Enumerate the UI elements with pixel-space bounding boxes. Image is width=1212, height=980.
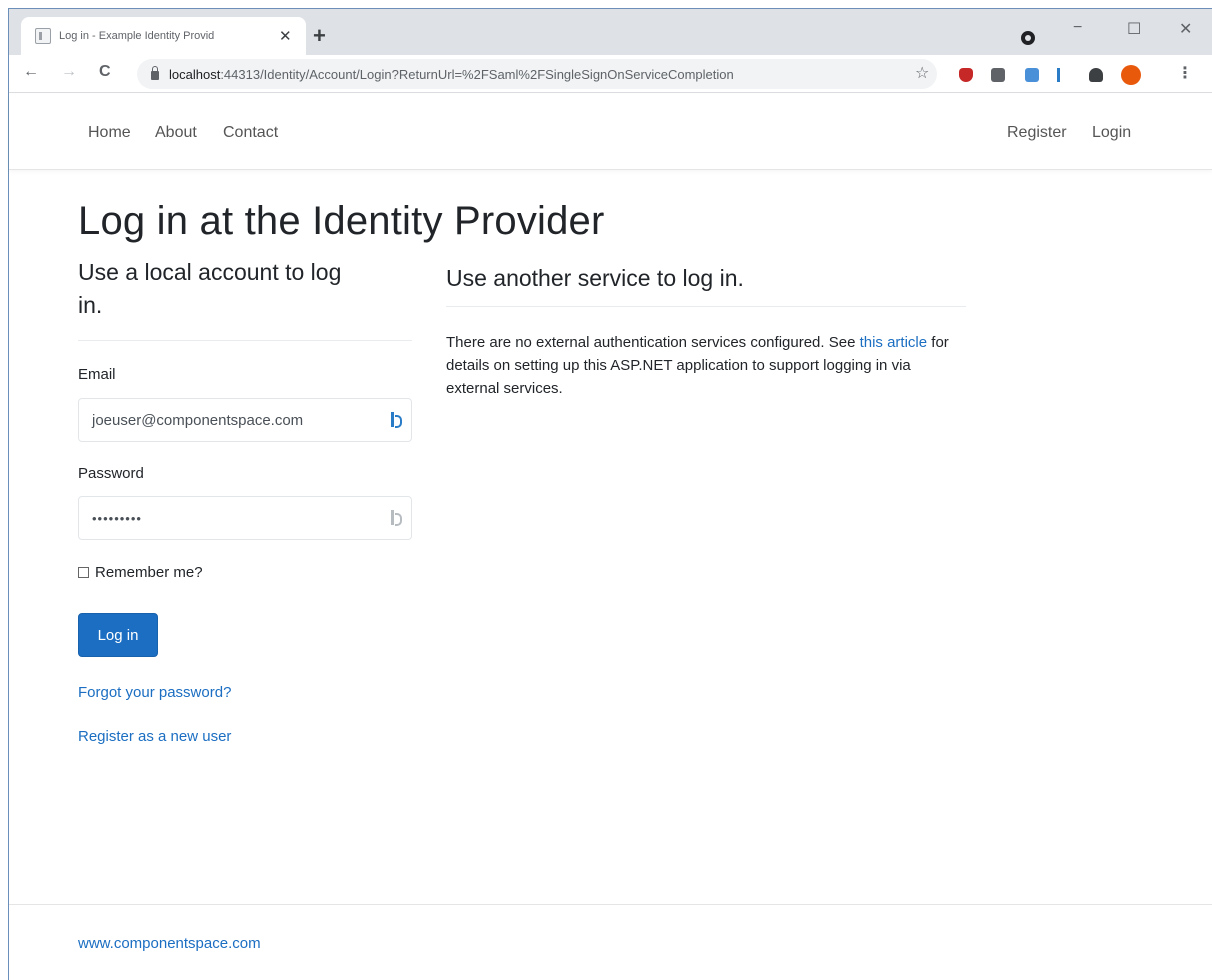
password-manager-extension-icon[interactable]	[1057, 68, 1067, 82]
tab-title: Log in - Example Identity Provid	[59, 30, 215, 42]
password-value: •••••••••	[92, 510, 142, 526]
local-section-divider	[78, 340, 412, 341]
nav-home[interactable]: Home	[88, 124, 131, 142]
web-page: Home About Contact Register Login Log in…	[9, 94, 1212, 980]
password-label: Password	[78, 465, 144, 482]
close-window-icon[interactable]: ✕	[1179, 19, 1192, 39]
external-services-text: There are no external authentication ser…	[446, 331, 966, 400]
ublock-extension-icon[interactable]	[959, 68, 973, 82]
email-label: Email	[78, 366, 116, 383]
email-value: joeuser@componentspace.com	[92, 411, 304, 429]
address-bar[interactable]: localhost:44313/Identity/Account/Login?R…	[137, 59, 937, 89]
external-text-before: There are no external authentication ser…	[446, 334, 860, 351]
nav-contact[interactable]: Contact	[223, 124, 278, 142]
site-navbar: Home About Contact Register Login	[9, 94, 1212, 170]
extension-record-icon[interactable]	[1021, 31, 1035, 45]
login-button[interactable]: Log in	[78, 613, 158, 657]
nav-login[interactable]: Login	[1092, 124, 1131, 142]
forward-icon[interactable]: →	[61, 63, 77, 81]
url-path: :44313/Identity/Account/Login?ReturnUrl=…	[220, 66, 734, 82]
forgot-password-link[interactable]: Forgot your password?	[78, 684, 231, 701]
tab-strip: Log in - Example Identity Provid ✕ + − ☐…	[9, 9, 1212, 55]
nav-register[interactable]: Register	[1007, 124, 1067, 142]
password-manager-icon[interactable]	[391, 510, 402, 526]
back-icon[interactable]: ←	[23, 63, 39, 81]
local-account-heading-line2: in.	[78, 292, 103, 318]
reload-icon[interactable]: C	[99, 63, 111, 81]
external-login-heading: Use another service to log in.	[446, 265, 744, 291]
local-account-heading: Use a local account to log in.	[78, 256, 341, 322]
page-favicon-icon	[35, 28, 51, 44]
lock-icon[interactable]	[151, 66, 159, 80]
browser-menu-icon[interactable]: ⋮	[1177, 63, 1193, 83]
password-field[interactable]: •••••••••	[78, 496, 412, 540]
tab-close-icon[interactable]: ✕	[279, 27, 292, 45]
browser-window: Log in - Example Identity Provid ✕ + − ☐…	[8, 8, 1212, 980]
maximize-icon[interactable]: ☐	[1127, 19, 1141, 39]
bookmark-star-icon[interactable]: ☆	[915, 63, 929, 83]
footer-website-link[interactable]: www.componentspace.com	[78, 935, 261, 952]
new-tab-icon[interactable]: +	[313, 23, 326, 49]
this-article-link[interactable]: this article	[860, 334, 928, 351]
password-manager-icon[interactable]	[391, 412, 402, 428]
register-new-user-link[interactable]: Register as a new user	[78, 728, 231, 745]
url-text: localhost:44313/Identity/Account/Login?R…	[169, 67, 734, 82]
extension-icon[interactable]	[1025, 68, 1039, 82]
extensions-puzzle-icon[interactable]	[1089, 68, 1103, 82]
remember-me-row[interactable]: Remember me?	[78, 564, 203, 581]
site-footer: www.componentspace.com	[9, 904, 1212, 980]
extension-icon[interactable]	[991, 68, 1005, 82]
external-section-divider	[446, 306, 966, 307]
remember-me-label[interactable]: Remember me?	[95, 564, 203, 581]
page-title: Log in at the Identity Provider	[78, 199, 605, 243]
browser-toolbar: ← → C localhost:44313/Identity/Account/L…	[9, 55, 1212, 93]
nav-about[interactable]: About	[155, 124, 197, 142]
profile-avatar-icon[interactable]	[1121, 65, 1141, 85]
minimize-icon[interactable]: −	[1073, 19, 1082, 37]
remember-me-checkbox[interactable]	[78, 567, 89, 578]
local-account-heading-line1: Use a local account to log	[78, 259, 342, 285]
email-field[interactable]: joeuser@componentspace.com	[78, 398, 412, 442]
browser-tab[interactable]: Log in - Example Identity Provid ✕	[21, 17, 306, 55]
url-host: localhost	[169, 66, 221, 82]
